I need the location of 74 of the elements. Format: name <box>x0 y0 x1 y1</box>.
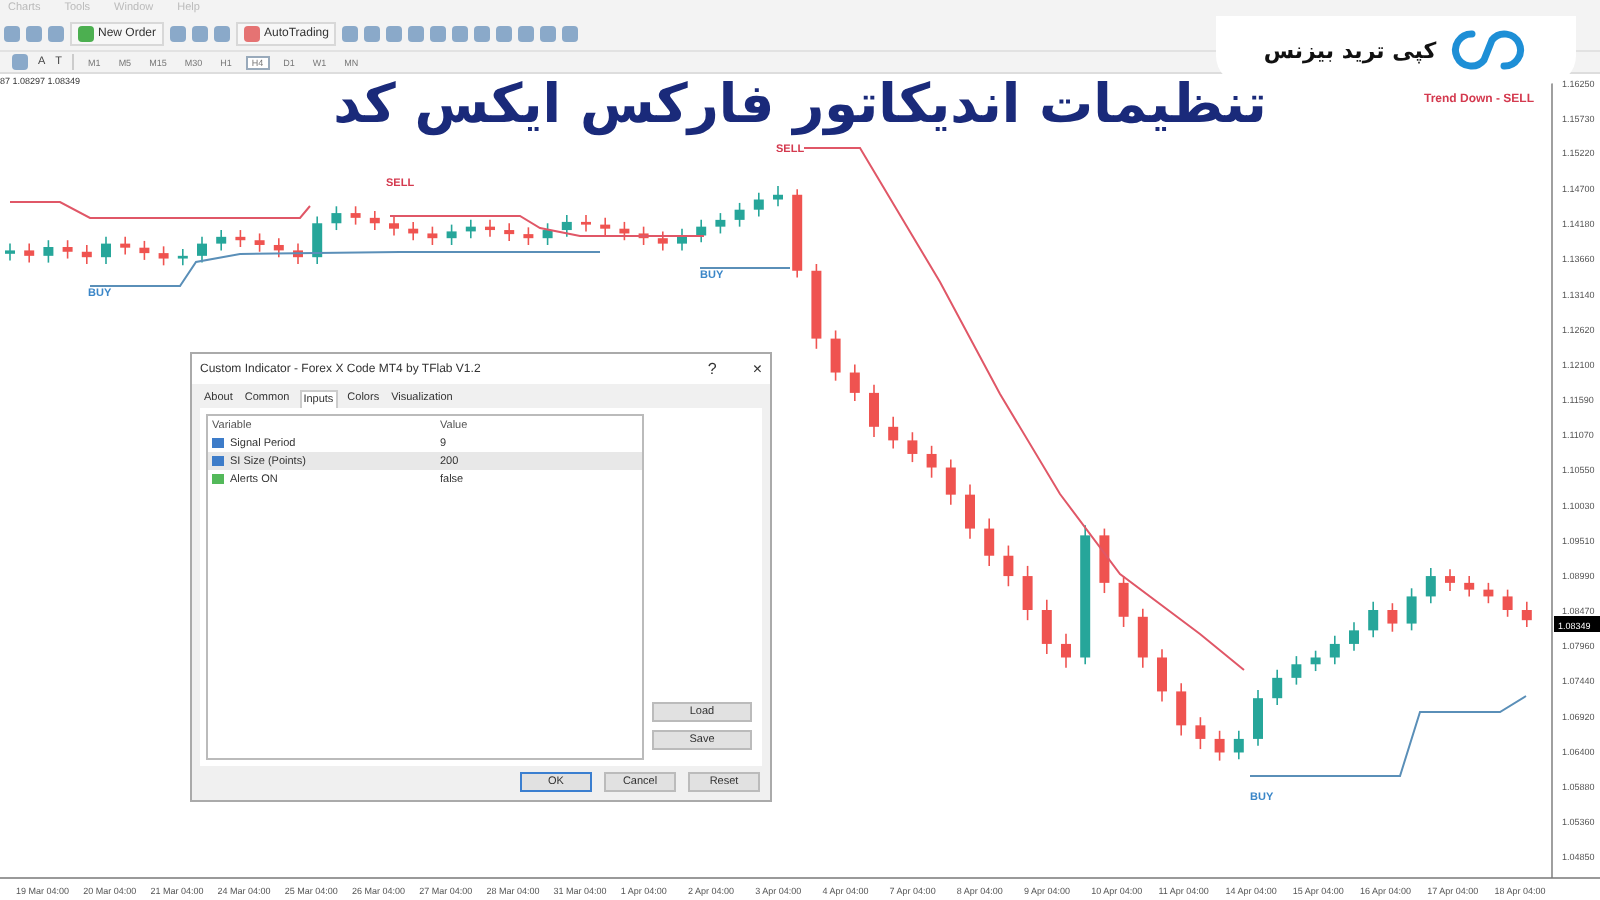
candlestick <box>561 214 572 238</box>
candlestick <box>197 236 207 264</box>
candlestick <box>1022 565 1033 621</box>
candlestick <box>1329 634 1340 666</box>
candlestick <box>753 191 764 218</box>
candlestick <box>1464 575 1475 598</box>
candlestick <box>24 242 35 264</box>
candlestick <box>1041 599 1052 655</box>
candlestick <box>715 212 726 235</box>
candlestick <box>926 445 937 479</box>
candlestick <box>254 232 265 253</box>
candlestick <box>312 215 323 265</box>
candlestick <box>1406 587 1417 632</box>
candlestick <box>1157 648 1167 703</box>
candlestick <box>657 230 668 252</box>
candlestick <box>581 214 591 233</box>
candlestick <box>1521 601 1532 628</box>
help-button[interactable]: ? <box>699 360 725 378</box>
candlestick <box>62 239 73 260</box>
candlestick <box>945 458 956 506</box>
candlestick <box>101 236 111 265</box>
candlestick <box>350 205 361 226</box>
candlestick <box>1195 716 1206 750</box>
candlestick <box>427 225 438 246</box>
candlestick <box>1214 729 1225 762</box>
candlestick <box>139 240 150 261</box>
infinity-logo-icon <box>1448 26 1529 74</box>
candlestick <box>43 239 54 264</box>
candlestick <box>1233 729 1244 761</box>
candlestick <box>273 237 284 258</box>
candlestick <box>389 215 399 237</box>
candlestick <box>216 229 227 252</box>
candlestick <box>734 202 745 228</box>
candlestick <box>600 217 611 237</box>
candlestick <box>773 185 783 208</box>
close-button[interactable]: × <box>744 360 770 378</box>
candlestick <box>869 383 879 438</box>
candlestick <box>369 210 380 231</box>
candlestick <box>888 415 899 450</box>
candlestick <box>1253 689 1263 747</box>
candlestick <box>1272 668 1283 706</box>
brand-name: کپی ترید بیزنس <box>1263 37 1437 63</box>
candlestick <box>1310 649 1321 672</box>
candlestick <box>1349 621 1359 652</box>
candlestick <box>984 517 995 567</box>
candlestick <box>907 431 918 463</box>
candlestick <box>81 244 92 265</box>
candlestick <box>696 219 707 244</box>
candlestick <box>120 236 131 256</box>
candlestick <box>158 245 169 267</box>
candlestick <box>177 248 188 267</box>
page-title: تنظیمات اندیکاتور فارکس ایکس کد <box>333 74 1267 136</box>
candlestick <box>1061 632 1071 669</box>
candlestick <box>1502 588 1513 618</box>
candlestick <box>331 205 342 231</box>
candlestick <box>1118 575 1129 628</box>
current-price-tag <box>1554 616 1600 632</box>
candlestick <box>1387 602 1398 633</box>
candlestick <box>1445 568 1455 592</box>
candlestick <box>849 363 860 402</box>
candlestick <box>1291 655 1302 686</box>
candlestick <box>965 483 975 540</box>
candlestick <box>1368 601 1379 638</box>
candlestick <box>1176 682 1187 737</box>
candlestick <box>1003 544 1014 588</box>
candlestick <box>830 329 841 382</box>
candlestick <box>1425 567 1436 605</box>
candlestick <box>1137 607 1148 669</box>
candlestick <box>1099 527 1110 594</box>
candlestick <box>542 222 553 246</box>
candlestick <box>5 242 15 262</box>
support-line <box>699 267 791 269</box>
candlestick <box>504 222 515 242</box>
candlestick <box>446 223 457 246</box>
